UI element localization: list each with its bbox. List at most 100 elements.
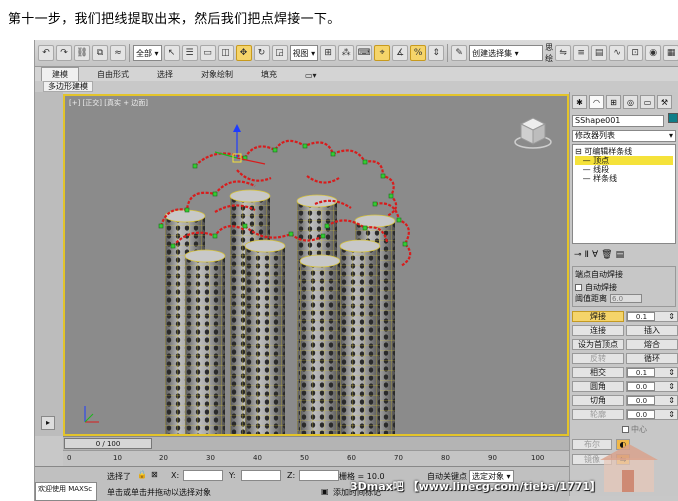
connect-button[interactable]: 连接	[572, 325, 624, 336]
schematic-icon[interactable]: ⊡	[627, 45, 644, 61]
remove-modifier-icon[interactable]: 🗑	[601, 250, 612, 260]
link-icon[interactable]: ⛓	[74, 45, 90, 61]
fillet-button[interactable]: 圆角	[572, 381, 624, 392]
outline-button[interactable]: 轮廓	[572, 409, 624, 420]
ribbon-tabs: 建模 自由形式 选择 对象绘制 填充 ▭▾	[35, 67, 678, 81]
auto-weld-checkbox[interactable]	[575, 284, 582, 291]
bind-space-warp-icon[interactable]: ≈	[110, 45, 126, 61]
time-slider[interactable]: 0 / 100	[63, 436, 569, 450]
cycle-button[interactable]: 循环	[626, 353, 678, 364]
select-rotate-icon[interactable]: ↻	[253, 45, 270, 61]
make-unique-icon[interactable]: ∀	[592, 250, 598, 260]
geometry-buttons: 焊接 0.1 ⇕ 连接 插入 设为首顶点 熔合 反转 循环 相交 0.1 ⇕ 圆角 …	[572, 311, 678, 420]
named-selection-dropdown[interactable]: 创建选择集 ▾	[469, 45, 544, 61]
select-by-name-icon[interactable]: ☰	[181, 45, 198, 61]
modify-tab-icon[interactable]: ◠	[589, 95, 604, 109]
move-gizmo[interactable]	[214, 124, 266, 165]
ribbon-options-icon[interactable]: ▭▾	[295, 70, 327, 81]
object-name-field[interactable]: SShape001	[572, 115, 664, 127]
tab-modeling[interactable]: 建模	[41, 67, 79, 81]
align-icon[interactable]: ≡	[573, 45, 590, 61]
toolbar-separator	[129, 44, 130, 62]
chamfer-button[interactable]: 切角	[572, 395, 624, 406]
edit-named-sets-icon[interactable]: ✎	[451, 45, 468, 61]
pin-stack-icon[interactable]: ⊸	[574, 250, 582, 260]
pivot-center-icon[interactable]: ⊞	[320, 45, 337, 61]
maxscript-listener[interactable]: 欢迎使用 MAXSc	[35, 482, 97, 501]
select-scale-icon[interactable]: ◲	[271, 45, 288, 61]
mirror-icon[interactable]: ⇋	[555, 45, 572, 61]
make-first-button[interactable]: 设为首顶点	[572, 339, 624, 350]
outline-spinner[interactable]: 0.0	[627, 410, 655, 419]
z-coord-field[interactable]	[299, 470, 339, 481]
viewcube-icon[interactable]	[514, 117, 552, 149]
keyboard-shortcut-icon[interactable]: ⌨	[356, 45, 373, 61]
rect-region-icon[interactable]: ▭	[199, 45, 216, 61]
select-manipulate-icon[interactable]: ⁂	[338, 45, 355, 61]
spinner-snap-icon[interactable]: ⇕	[428, 45, 445, 61]
select-object-icon[interactable]: ↖	[163, 45, 180, 61]
axis-tripod-icon	[84, 406, 99, 423]
configure-sets-icon[interactable]: ▤	[616, 250, 625, 260]
tick-label: 50	[300, 454, 309, 462]
unlink-icon[interactable]: ⧉	[92, 45, 108, 61]
threshold-spinner[interactable]: 6.0	[610, 294, 642, 303]
insert-button[interactable]: 插入	[626, 325, 678, 336]
display-tab-icon[interactable]: ▭	[640, 95, 655, 109]
lock-selection-icon[interactable]: 🔒	[137, 470, 147, 479]
watermark-logo-icon	[600, 444, 658, 492]
tab-freeform[interactable]: 自由形式	[87, 68, 139, 81]
modifier-list-dropdown[interactable]: 修改器列表 ▾	[572, 130, 676, 142]
tab-selection[interactable]: 选择	[147, 68, 183, 81]
stack-item-vertex[interactable]: — 顶点	[575, 156, 673, 165]
motion-tab-icon[interactable]: ◎	[623, 95, 638, 109]
weld-button[interactable]: 焊接	[572, 311, 624, 322]
undo-icon[interactable]: ↶	[38, 45, 54, 61]
reverse-button[interactable]: 反转	[572, 353, 624, 364]
layer-icon[interactable]: ▤	[591, 45, 608, 61]
curve-editor-icon[interactable]: ∿	[609, 45, 626, 61]
hierarchy-tab-icon[interactable]: ⊞	[606, 95, 621, 109]
snap-toggle-icon[interactable]: ⌖	[374, 45, 391, 61]
weld-threshold-spinner[interactable]: 0.1	[627, 312, 655, 321]
stack-item-segment[interactable]: — 线段	[575, 165, 673, 174]
modifier-list-label: 修改器列表	[575, 131, 615, 140]
stack-item-spline[interactable]: — 样条线	[575, 174, 673, 183]
material-editor-icon[interactable]: ◉	[645, 45, 662, 61]
time-tag-icon[interactable]: ▣	[321, 487, 329, 496]
percent-snap-icon[interactable]: %	[410, 45, 427, 61]
prompt-line: 单击或单击并拖动以选择对象	[107, 488, 211, 497]
perspective-viewport[interactable]: [+] [正交] [真实 + 边面]	[63, 94, 569, 436]
select-move-icon[interactable]: ✥	[235, 45, 252, 61]
angle-snap-icon[interactable]: ∡	[392, 45, 409, 61]
minimize-icon[interactable]: ▸	[41, 416, 55, 430]
render-setup-icon[interactable]: ▦	[663, 45, 678, 61]
reference-coord-dropdown[interactable]: 视图 ▾	[289, 45, 319, 61]
x-coord-field[interactable]	[183, 470, 223, 481]
fuse-button[interactable]: 熔合	[626, 339, 678, 350]
y-coord-field[interactable]	[241, 470, 281, 481]
show-end-result-icon[interactable]: Ⅱ	[585, 250, 589, 260]
isolate-icon[interactable]: ⊠	[151, 470, 158, 479]
selection-filter-dropdown[interactable]: 全部 ▾	[133, 45, 162, 61]
viewport-label[interactable]: [+] [正交] [真实 + 边面]	[69, 98, 148, 108]
window-crossing-icon[interactable]: ◫	[217, 45, 234, 61]
cross-insert-button[interactable]: 相交	[572, 367, 624, 378]
chamfer-spinner[interactable]: 0.0	[627, 396, 655, 405]
fillet-field: 0.0 ⇕	[626, 381, 678, 392]
time-slider-thumb[interactable]: 0 / 100	[64, 438, 152, 449]
tab-object-paint[interactable]: 对象绘制	[191, 68, 243, 81]
subtab-polygon-modeling[interactable]: 多边形建模	[43, 81, 93, 92]
threshold-row: 阈值距离 6.0	[575, 293, 673, 304]
track-bar[interactable]: 0 10 20 30 40 50 60 70 80 90 100	[63, 450, 569, 466]
cross-insert-spinner[interactable]: 0.1	[627, 368, 655, 377]
stack-root-item[interactable]: ⊟ 可编辑样条线	[575, 147, 673, 156]
tick-label: 60	[347, 454, 356, 462]
create-tab-icon[interactable]: ✱	[572, 95, 587, 109]
utilities-tab-icon[interactable]: ⚒	[657, 95, 672, 109]
tab-populate[interactable]: 填充	[251, 68, 287, 81]
redo-icon[interactable]: ↷	[56, 45, 72, 61]
center-checkbox[interactable]	[622, 426, 629, 433]
fillet-spinner[interactable]: 0.0	[627, 382, 655, 391]
object-color-swatch[interactable]	[668, 113, 678, 123]
